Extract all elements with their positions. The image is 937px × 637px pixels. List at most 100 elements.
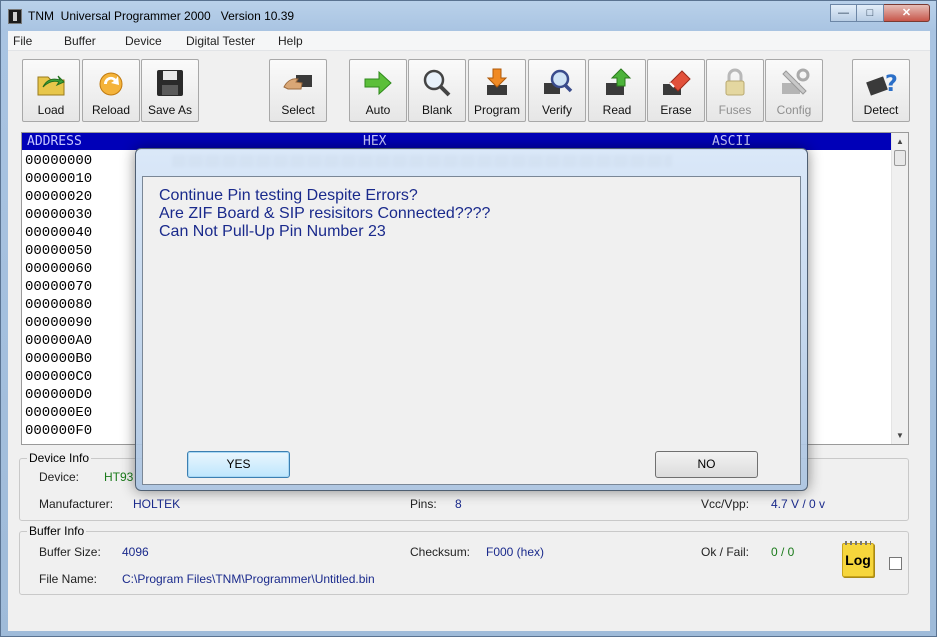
hex-row-address: 00000040 <box>25 225 93 241</box>
load-button[interactable]: Load <box>22 59 80 122</box>
manufacturer-value: HOLTEK <box>133 497 181 511</box>
scroll-down-icon[interactable]: ▼ <box>896 431 904 440</box>
detect-label: Detect <box>863 103 899 117</box>
select-label: Select <box>281 103 315 117</box>
erase-button[interactable]: Erase <box>647 59 705 122</box>
read-chip-icon <box>606 68 632 95</box>
reload-button[interactable]: Reload <box>82 59 140 122</box>
hex-row-address: 00000060 <box>25 261 93 277</box>
pins-label: Pins: <box>410 497 437 511</box>
verify-button[interactable]: Verify <box>528 59 586 122</box>
floppy-disk-icon <box>157 70 183 96</box>
buffer-info-group: Buffer Info Buffer Size: 4096 Checksum: … <box>19 524 909 595</box>
okfail-value: 0 / 0 <box>771 545 795 559</box>
pins-value: 8 <box>455 497 462 511</box>
detect-button[interactable]: ? Detect <box>852 59 910 122</box>
hex-row-address: 000000C0 <box>25 369 93 385</box>
config-button[interactable]: Config <box>765 59 823 122</box>
save-as-label: Save As <box>147 103 193 117</box>
read-button[interactable]: Read <box>588 59 646 122</box>
reload-icon <box>99 72 123 96</box>
save-as-button[interactable]: Save As <box>141 59 199 122</box>
detect-question-icon: ? <box>866 72 897 97</box>
menu-help[interactable]: Help <box>278 34 303 48</box>
col-hex: HEX <box>363 134 387 149</box>
yes-button[interactable]: YES <box>187 451 290 478</box>
menu-device[interactable]: Device <box>125 34 162 48</box>
hex-row-address: 00000030 <box>25 207 93 223</box>
blank-button[interactable]: Blank <box>408 59 466 122</box>
load-label: Load <box>37 103 65 117</box>
hex-row-address: 00000090 <box>25 315 93 331</box>
config-label: Config <box>776 103 812 117</box>
program-button[interactable]: Program <box>468 59 526 122</box>
okfail-label: Ok / Fail: <box>701 545 750 559</box>
eraser-icon <box>663 70 691 95</box>
app-icon <box>8 9 22 24</box>
vertical-scrollbar[interactable]: ▲ ▼ <box>891 133 908 444</box>
main-window: TNM Universal Programmer 2000 Version 10… <box>0 0 937 637</box>
col-address: ADDRESS <box>27 134 82 149</box>
minimize-button[interactable]: — <box>830 4 857 22</box>
log-checkbox[interactable] <box>889 557 902 570</box>
buffer-info-title: Buffer Info <box>27 524 87 538</box>
log-notepad-icon[interactable]: Log <box>842 541 874 577</box>
select-button[interactable]: Select <box>269 59 327 122</box>
window-controls: — □ ✕ <box>830 4 930 22</box>
address-list: 00000000 00000010 00000020 00000030 00000040… <box>25 152 92 440</box>
no-button[interactable]: NO <box>655 451 758 478</box>
svg-text:?: ? <box>885 72 897 97</box>
pin-test-dialog: Continue Pin testing Despite Errors? Are… <box>135 148 808 491</box>
dialog-body: Continue Pin testing Despite Errors? Are… <box>142 176 801 485</box>
read-label: Read <box>602 103 632 117</box>
padlock-icon <box>725 68 745 96</box>
auto-button[interactable]: Auto <box>349 59 407 122</box>
hex-row-address: 000000B0 <box>25 351 93 367</box>
scroll-thumb[interactable] <box>894 150 906 166</box>
auto-label: Auto <box>365 103 391 117</box>
arrow-right-icon <box>364 70 392 96</box>
hex-row-address: 00000010 <box>25 171 93 187</box>
fuses-button[interactable]: Fuses <box>706 59 764 122</box>
magnifier-icon <box>423 69 451 97</box>
maximize-button[interactable]: □ <box>857 4 884 22</box>
device-info-title: Device Info <box>27 451 92 465</box>
col-ascii: ASCII <box>712 134 752 149</box>
device-value: HT93 <box>104 470 134 484</box>
log-label: Log <box>845 552 871 568</box>
filename-value: C:\Program Files\TNM\Programmer\Untitled… <box>122 572 375 586</box>
dialog-message: Continue Pin testing Despite Errors? Are… <box>159 187 490 241</box>
menu-file[interactable]: File <box>13 34 32 48</box>
hex-row-address: 00000000 <box>25 153 93 169</box>
scroll-up-icon[interactable]: ▲ <box>896 137 904 146</box>
title-bar[interactable]: TNM Universal Programmer 2000 Version 10… <box>1 1 936 31</box>
manufacturer-label: Manufacturer: <box>39 497 114 511</box>
vcc-label: Vcc/Vpp: <box>701 497 750 511</box>
checksum-value: F000 (hex) <box>486 545 545 559</box>
hex-row-address: 000000E0 <box>25 405 93 421</box>
verify-label: Verify <box>541 103 572 117</box>
blank-label: Blank <box>421 103 453 117</box>
hex-row-address: 00000080 <box>25 297 93 313</box>
dialog-line-1: Continue Pin testing Despite Errors? <box>159 187 418 204</box>
menu-buffer[interactable]: Buffer <box>64 34 96 48</box>
buffer-size-label: Buffer Size: <box>39 545 101 559</box>
menu-digital-tester[interactable]: Digital Tester <box>186 34 255 48</box>
erase-label: Erase <box>660 103 692 117</box>
dialog-line-2: Are ZIF Board & SIP resisitors Connected… <box>159 205 491 222</box>
reload-label: Reload <box>91 103 131 117</box>
hex-row-address: 00000020 <box>25 189 93 205</box>
program-label: Program <box>473 103 520 117</box>
tools-icon <box>782 68 810 95</box>
hex-row-address: 00000050 <box>25 243 93 259</box>
hex-row-address: 000000D0 <box>25 387 93 403</box>
window-title: TNM Universal Programmer 2000 Version 10… <box>28 9 295 23</box>
hex-row-address: 000000F0 <box>25 423 93 439</box>
buffer-size-value: 4096 <box>122 545 149 559</box>
verify-magnifier-icon <box>544 69 573 94</box>
filename-label: File Name: <box>39 572 98 586</box>
hex-row-address: 000000A0 <box>25 333 93 349</box>
load-icon <box>37 75 65 96</box>
close-button[interactable]: ✕ <box>884 4 930 22</box>
vcc-value: 4.7 V / 0 v <box>771 497 826 511</box>
